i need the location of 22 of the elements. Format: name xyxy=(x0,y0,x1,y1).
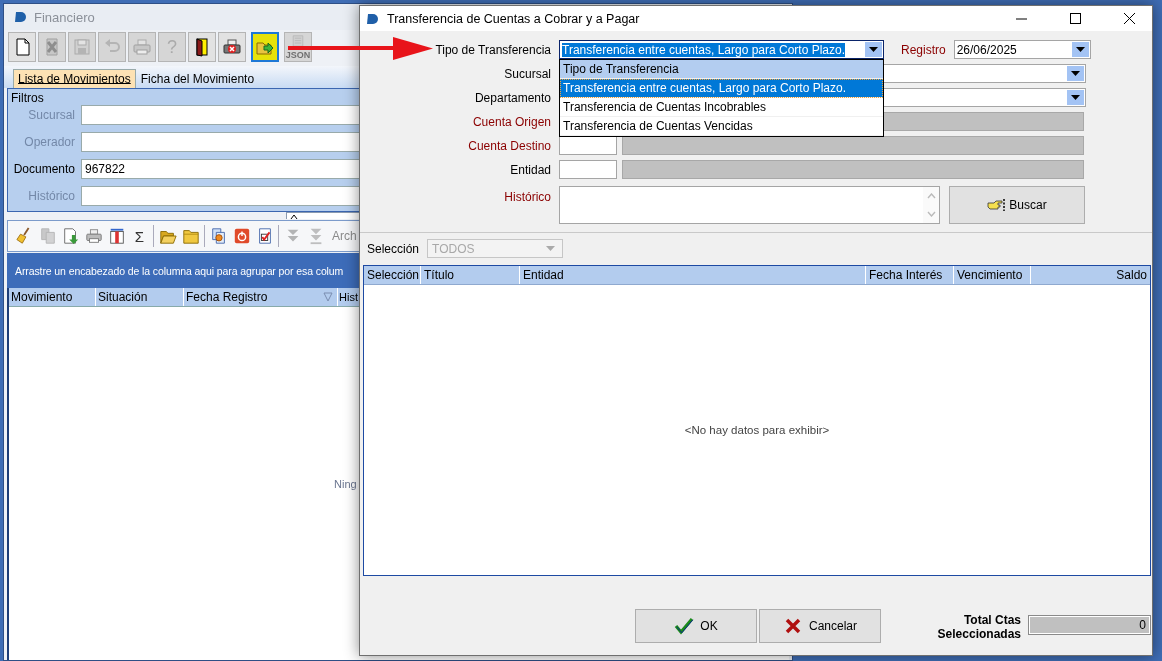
field-label: Sucursal xyxy=(27,108,76,122)
field-label: Cuenta Origen xyxy=(471,114,551,129)
empty-message: Ning xyxy=(334,478,357,490)
field-label: Histórico xyxy=(27,189,76,203)
field-label: Documento xyxy=(12,162,76,176)
toolbar-label: Arch xyxy=(332,229,357,243)
field-label: Operador xyxy=(23,135,76,149)
field-label: Departamento xyxy=(473,90,551,105)
field-label: Registro xyxy=(901,42,946,57)
total-value: 0 xyxy=(1028,615,1151,635)
group-hint: Arrastre un encabezado de la columna aqui para agrupar por esa colum xyxy=(15,264,344,277)
window-title: Transferencia de Cuentas a Cobrar y a Pagar xyxy=(387,11,641,26)
field-label: Sucursal xyxy=(503,66,551,81)
window-title: Financiero xyxy=(34,9,95,25)
field-label: Tipo de Transferencia xyxy=(434,42,551,57)
empty-message: <No hay datos para exhibir> xyxy=(684,424,830,436)
section-title: Filtros xyxy=(11,91,44,105)
field-label: Entidad xyxy=(509,162,551,177)
field-label: Cuenta Destino xyxy=(467,138,551,153)
field-label: Histórico xyxy=(503,189,551,204)
total-label: Total Ctas Seleccionadas xyxy=(936,613,1021,641)
field-label: Selección xyxy=(367,241,420,256)
